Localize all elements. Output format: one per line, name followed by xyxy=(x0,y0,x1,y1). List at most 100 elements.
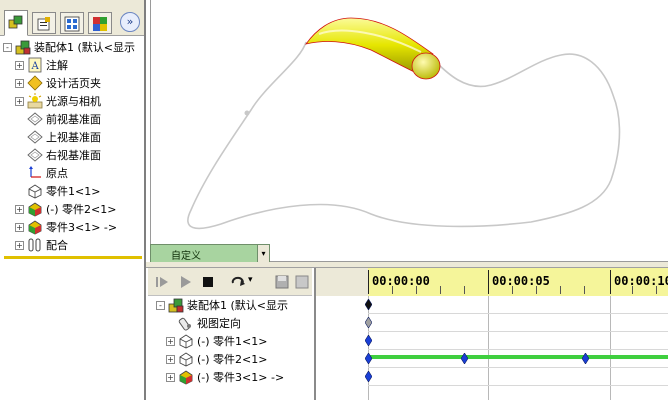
row-gridline xyxy=(368,385,668,386)
tree-item-label: 零件1<1> xyxy=(46,185,101,198)
tab-feature-manager[interactable] xyxy=(4,10,28,36)
expand-toggle[interactable]: + xyxy=(15,78,24,88)
play-icon[interactable] xyxy=(178,274,194,290)
tree-item-label: (-) 零件2<1> xyxy=(197,353,268,366)
tree-item[interactable]: 视图定向 xyxy=(166,314,241,332)
tree-item[interactable]: 零件1<1> xyxy=(15,182,100,200)
loop-dropdown[interactable]: ▾ xyxy=(248,275,253,285)
path-point xyxy=(244,110,250,116)
tree-item[interactable]: + (-) 零件1<1> xyxy=(166,332,267,350)
time-minor-tick xyxy=(440,286,441,294)
time-tick-label: 00:00:10 xyxy=(614,274,668,288)
animation-wizard-icon[interactable] xyxy=(294,274,310,290)
row-gridline xyxy=(368,349,668,350)
tree-item-label: (-) 零件1<1> xyxy=(197,335,268,348)
expand-toggle[interactable]: - xyxy=(3,42,12,52)
expand-toggle[interactable]: + xyxy=(15,240,24,250)
tree-item[interactable]: - 装配体1 (默认<显示 xyxy=(156,296,288,314)
tree-item[interactable]: + 设计活页夹 xyxy=(15,74,101,92)
expand-toggle[interactable]: - xyxy=(156,300,165,310)
display-manager-icon xyxy=(93,17,107,31)
tree-item-label: 零件3<1> -> xyxy=(46,221,118,234)
tab-configuration-manager[interactable] xyxy=(60,12,84,34)
key-point[interactable] xyxy=(582,353,589,364)
time-ruler[interactable]: 00:00:00 00:00:05 00:00:10 xyxy=(368,268,668,296)
tab-display-manager[interactable] xyxy=(88,12,112,34)
time-major-tick xyxy=(488,270,489,294)
expand-toggle[interactable]: + xyxy=(166,372,175,382)
key-point[interactable] xyxy=(461,353,468,364)
timeline-header: 00:00:00 00:00:05 00:00:10 xyxy=(316,268,668,296)
tree-item[interactable]: + 零件3<1> -> xyxy=(15,218,117,236)
time-minor-tick xyxy=(584,286,585,294)
row-gridline xyxy=(368,367,668,368)
tree-item[interactable]: + 配合 xyxy=(15,236,68,254)
tree-item[interactable]: 原点 xyxy=(15,164,68,182)
assembly-icon xyxy=(168,298,184,313)
annotations-icon: A xyxy=(28,57,42,73)
plane-icon xyxy=(27,148,43,162)
key-point[interactable] xyxy=(365,353,372,364)
motion-toolbar: ▾ xyxy=(148,268,312,296)
tree-item[interactable]: 上视基准面 xyxy=(15,128,101,146)
tree-item[interactable]: 前视基准面 xyxy=(15,110,101,128)
tree-item-label: 注解 xyxy=(46,59,68,72)
configuration-icon xyxy=(64,16,80,32)
time-minor-tick xyxy=(392,286,393,294)
expand-toggle[interactable]: + xyxy=(15,60,24,70)
more-tabs-button[interactable]: » xyxy=(120,12,140,32)
tree-item[interactable]: 右视基准面 xyxy=(15,146,101,164)
part-icon xyxy=(179,352,193,367)
time-minor-tick xyxy=(656,286,657,294)
time-tick-label: 00:00:00 xyxy=(372,274,430,288)
tree-item-label: 前视基准面 xyxy=(46,113,101,126)
model-view xyxy=(187,17,621,230)
tree-item-label: 配合 xyxy=(46,239,68,252)
expand-toggle[interactable]: + xyxy=(166,354,175,364)
tree-item[interactable]: + (-) 零件3<1> -> xyxy=(166,368,284,386)
plane-icon xyxy=(27,130,43,144)
key-point[interactable] xyxy=(365,335,372,346)
tree-item-label: 视图定向 xyxy=(197,317,241,330)
stop-icon[interactable] xyxy=(200,274,216,290)
part-color-icon xyxy=(28,202,42,217)
motion-path xyxy=(187,41,621,230)
tree-item[interactable]: - 装配体1 (默认<显示 xyxy=(3,38,135,56)
key-point[interactable] xyxy=(365,317,372,328)
svg-text:A: A xyxy=(31,61,40,72)
view-orientation-bar[interactable]: 自定义 ▾ xyxy=(150,244,270,263)
view-orientation-icon xyxy=(178,317,191,331)
time-minor-tick xyxy=(536,286,537,294)
tab-property-manager[interactable] xyxy=(32,12,56,34)
tree-item[interactable]: + (-) 零件2<1> xyxy=(166,350,267,368)
property-icon xyxy=(37,17,50,31)
expand-toggle[interactable]: + xyxy=(15,222,24,232)
panel-separator[interactable] xyxy=(4,256,142,259)
tree-item-label: 光源与相机 xyxy=(46,95,101,108)
time-minor-tick xyxy=(464,286,465,294)
graphics-area[interactable] xyxy=(150,0,668,262)
chevron-down-icon[interactable]: ▾ xyxy=(257,245,269,262)
part-end-cap xyxy=(411,52,441,80)
motion-study-panel: ▾ - 装配体1 (默认<显示视图定向 + (-) 零件1<1> + (-) 零件2<1>… xyxy=(148,268,668,400)
tree-item[interactable]: + (-) 零件2<1> xyxy=(15,200,116,218)
expand-toggle[interactable]: + xyxy=(15,96,24,106)
motion-track-bar[interactable] xyxy=(368,355,668,359)
save-animation-icon[interactable] xyxy=(274,274,290,290)
tree-item-label: 右视基准面 xyxy=(46,149,101,162)
key-point[interactable] xyxy=(365,371,372,382)
plane-icon xyxy=(27,112,43,126)
design-binder-icon xyxy=(27,75,43,91)
time-major-tick xyxy=(368,270,369,294)
key-point[interactable] xyxy=(365,299,372,310)
expand-toggle[interactable]: + xyxy=(15,204,24,214)
time-minor-tick xyxy=(632,286,633,294)
feature-manager-panel: » - 装配体1 (默认<显示 + A 注解 + 设计活页夹 + 光源与相机 前视基准面 上视基准面… xyxy=(0,0,146,400)
expand-toggle[interactable]: + xyxy=(166,336,175,346)
loop-icon[interactable] xyxy=(230,274,246,290)
tree-item[interactable]: + A 注解 xyxy=(15,56,68,74)
timeline[interactable]: 00:00:00 00:00:05 00:00:10 xyxy=(314,268,668,400)
mates-icon xyxy=(28,238,41,252)
tree-item[interactable]: + 光源与相机 xyxy=(15,92,101,110)
play-from-start-icon[interactable] xyxy=(154,274,170,290)
